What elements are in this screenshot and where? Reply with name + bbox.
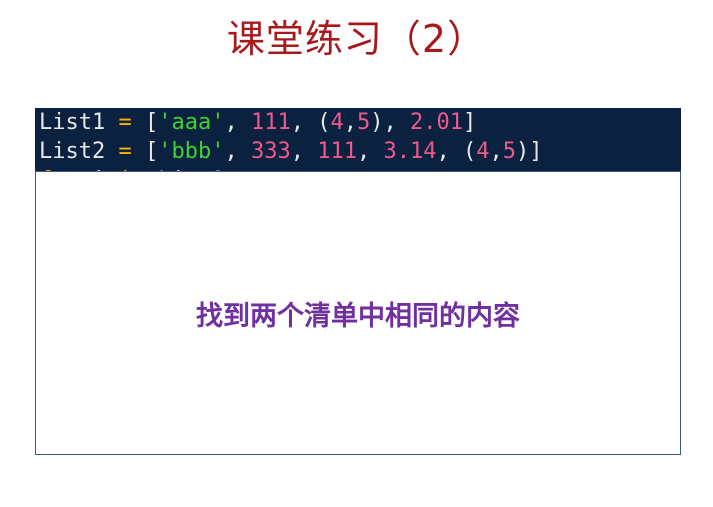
code-token: 'bbb'	[158, 139, 225, 164]
code-token: ]	[462, 110, 477, 135]
code-token: ,	[290, 139, 318, 164]
code-token: 4	[330, 110, 344, 135]
code-token: , (	[436, 139, 477, 164]
code-token: ),	[370, 110, 410, 135]
code-token: ,	[489, 139, 503, 164]
code-token: ,	[224, 110, 251, 135]
code-token: 111	[250, 110, 291, 135]
code-block: List1 = ['aaa', 111, (4,5), 2.01] List2 =…	[35, 108, 681, 178]
code-token: List1	[39, 110, 106, 135]
code-token: =	[118, 139, 132, 164]
code-line: List2 = ['bbb', 333, 111, 3.14, (4,5)]	[39, 137, 681, 166]
code-token: 5	[356, 110, 371, 135]
code-token: 5	[502, 139, 516, 164]
code-token: ,	[356, 139, 384, 164]
code-token: 333	[250, 139, 291, 164]
code-token: =	[118, 110, 132, 135]
code-token: [	[131, 110, 159, 135]
code-token: [	[131, 139, 159, 164]
code-line: List1 = ['aaa', 111, (4,5), 2.01]	[39, 108, 681, 137]
code-token: )]	[515, 139, 543, 164]
exercise-prompt-text: 找到两个清单中相同的内容	[196, 301, 520, 332]
exercise-prompt-box: 找到两个清单中相同的内容	[35, 171, 681, 455]
code-token: ,	[343, 110, 357, 135]
code-token: ,	[224, 139, 251, 164]
code-token: List2	[39, 139, 106, 164]
code-token: 'aaa'	[158, 110, 225, 135]
code-token: 2.01	[409, 110, 463, 135]
slide: 课堂练习（2） List1 = ['aaa', 111, (4,5), 2.01…	[0, 0, 713, 507]
code-token: 3.14	[383, 139, 437, 164]
slide-title: 课堂练习（2）	[226, 17, 487, 61]
code-token: , (	[290, 110, 331, 135]
code-token: 4	[476, 139, 490, 164]
code-token: 111	[317, 139, 357, 164]
